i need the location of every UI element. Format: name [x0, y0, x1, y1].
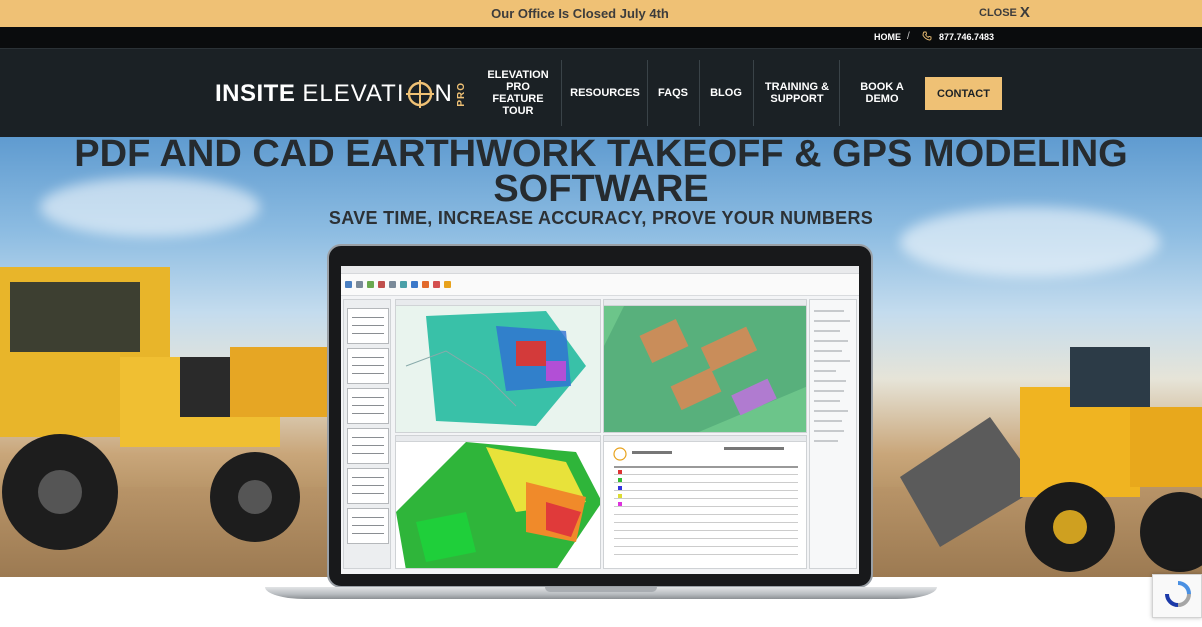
hero-title-line2: SOFTWARE [493, 168, 709, 210]
ribbon-icon [345, 281, 352, 288]
ribbon-icon [444, 281, 451, 288]
logo-elevation-part1: ELEVATI [302, 80, 405, 107]
grid-map-drawing [604, 306, 806, 432]
announcement-close-button[interactable]: CLOSE X [979, 4, 1030, 21]
page-thumbnail [347, 508, 389, 544]
pages-panel [343, 299, 391, 569]
hero-title-line1: PDF AND CAD EARTHWORK TAKEOFF & GPS MODE… [74, 137, 1128, 175]
phone-icon [922, 31, 932, 44]
nav-blog[interactable]: BLOG [704, 60, 748, 126]
app-titlebar [341, 266, 859, 274]
cut-fill-report-view [603, 435, 807, 569]
main-nav: INSITE ELEVATI N PRO ELEVATION PRO FEATU… [0, 49, 1202, 137]
nav-training-support[interactable]: TRAINING & SUPPORT [760, 60, 834, 126]
app-body [341, 297, 859, 574]
page-thumbnail [347, 388, 389, 424]
recaptcha-icon [1165, 581, 1191, 607]
laptop-screen-software-preview [341, 266, 859, 574]
loader-image [900, 347, 1202, 572]
logo-elevation-part2: N [434, 80, 453, 107]
ribbon-icon [433, 281, 440, 288]
hero-title: PDF AND CAD EARTHWORK TAKEOFF & GPS MODE… [0, 137, 1202, 210]
ribbon-icon [389, 281, 396, 288]
logo-crosshair-icon [405, 80, 434, 108]
site-plan-drawing [396, 306, 600, 432]
site-plan-view [395, 299, 601, 433]
grid-map-view [603, 299, 807, 433]
ribbon-icon [356, 281, 363, 288]
logo-word-insite: INSITE [215, 80, 296, 107]
logo-pro-tag: PRO [455, 81, 467, 107]
recaptcha-badge[interactable] [1152, 574, 1202, 618]
phone-link[interactable]: 877.746.7483 [939, 32, 994, 42]
dump-truck-image [0, 267, 340, 550]
contact-button[interactable]: CONTACT [925, 77, 1002, 110]
utility-separator: / [907, 31, 910, 42]
logo-word-elevation: ELEVATI N [302, 80, 453, 108]
ribbon-icon [367, 281, 374, 288]
ribbon-icon [422, 281, 429, 288]
app-ribbon [341, 274, 859, 296]
page-thumbnail [347, 468, 389, 504]
hero-subtitle: SAVE TIME, INCREASE ACCURACY, PROVE YOUR… [328, 208, 874, 228]
page-thumbnail [347, 308, 389, 344]
nav-resources[interactable]: RESOURCES [567, 60, 643, 126]
nav-divider [699, 60, 700, 126]
ribbon-icon [411, 281, 418, 288]
utility-bar: HOME / 877.746.7483 [0, 27, 1202, 49]
page-thumbnail [347, 428, 389, 464]
site-logo[interactable]: INSITE ELEVATI N PRO [215, 80, 467, 108]
nav-divider [561, 60, 562, 126]
nav-faqs[interactable]: FAQS [652, 60, 694, 126]
nav-divider [753, 60, 754, 126]
ribbon-icon [400, 281, 407, 288]
nav-divider [839, 60, 840, 126]
close-label: CLOSE [979, 6, 1017, 19]
cut-fill-heatmap-view [395, 435, 601, 569]
nav-book-demo[interactable]: BOOK A DEMO [851, 60, 913, 126]
home-link[interactable]: HOME [874, 32, 901, 42]
ribbon-icon [378, 281, 385, 288]
cut-fill-report-drawing [604, 442, 806, 568]
page-thumbnail [347, 348, 389, 384]
close-icon: X [1019, 4, 1030, 21]
cut-fill-heatmap-drawing [396, 442, 600, 568]
nav-feature-tour[interactable]: ELEVATION PRO FEATURE TOUR [484, 60, 552, 126]
announcement-bar: Our Office Is Closed July 4th CLOSE X [0, 0, 1202, 27]
nav-divider [647, 60, 648, 126]
properties-panel [809, 299, 857, 569]
laptop-notch [545, 587, 657, 592]
